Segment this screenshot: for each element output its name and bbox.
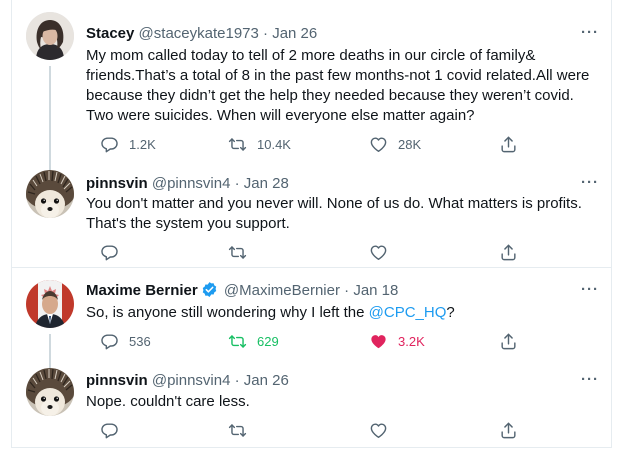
tweet-text: Nope. couldn't care less. <box>86 392 601 412</box>
tweet-header: Maxime Bernier @MaximeBernier · Jan 18 <box>86 281 398 301</box>
tweet-stacey[interactable]: Stacey @staceykate1973 · Jan 26 ··· My m… <box>12 0 611 170</box>
profile-photo-icon <box>26 12 74 60</box>
like-icon <box>369 243 388 262</box>
tweet-pinnsvin-reply[interactable]: pinnsvin @pinnsvin4 · Jan 28 ··· You don… <box>12 170 611 265</box>
more-options-icon[interactable]: ··· <box>581 24 599 41</box>
separator-dot: · <box>344 282 350 299</box>
share-button[interactable] <box>499 134 528 154</box>
timestamp[interactable]: Jan 28 <box>244 175 289 192</box>
tweet-text: My mom called today to tell of 2 more de… <box>86 46 601 126</box>
verified-badge-icon <box>202 282 216 297</box>
reply-count: 1.2K <box>129 136 156 152</box>
tweet-header: pinnsvin @pinnsvin4 · Jan 28 <box>86 174 289 194</box>
tweet-text-segment: ? <box>446 304 455 321</box>
display-name[interactable]: pinnsvin <box>86 175 148 192</box>
tweet-text: So, is anyone still wondering why I left… <box>86 303 601 323</box>
avatar[interactable] <box>26 170 74 218</box>
profile-photo-icon <box>26 280 74 328</box>
tweet-text-line: That's the system you support. <box>86 215 290 232</box>
retweet-button[interactable] <box>228 242 257 262</box>
like-icon <box>369 421 388 440</box>
avatar[interactable] <box>26 12 74 60</box>
retweet-icon <box>228 421 247 440</box>
tweet-pinnsvin-reply-2[interactable]: pinnsvin @pinnsvin4 · Jan 26 ··· Nope. c… <box>12 368 611 448</box>
reply-icon <box>100 332 119 351</box>
retweet-count: 10.4K <box>257 136 291 152</box>
share-button[interactable] <box>499 242 528 262</box>
tweet-actions: 1.2K 10.4K 28K <box>86 134 526 154</box>
tweet-text-line: You don't matter and you never will. Non… <box>86 195 582 212</box>
share-button[interactable] <box>499 331 528 351</box>
tweet-header: pinnsvin @pinnsvin4 · Jan 26 <box>86 371 289 391</box>
tweet-text-line: Two were suicides. When will everyone el… <box>86 107 475 124</box>
conversation-feed: Stacey @staceykate1973 · Jan 26 ··· My m… <box>11 0 612 448</box>
retweet-button[interactable]: 10.4K <box>228 134 291 154</box>
like-button[interactable] <box>369 242 398 262</box>
timestamp[interactable]: Jan 18 <box>353 282 398 299</box>
like-button[interactable]: 3.2K <box>369 331 425 351</box>
handle[interactable]: @MaximeBernier <box>224 282 340 299</box>
tweet-header: Stacey @staceykate1973 · Jan 26 <box>86 24 317 44</box>
thread-connector <box>49 334 51 368</box>
like-count: 28K <box>398 136 422 152</box>
more-options-icon[interactable]: ··· <box>581 174 599 191</box>
hedgehog-avatar-icon <box>26 368 74 416</box>
share-icon <box>499 421 518 440</box>
retweet-icon <box>228 243 247 262</box>
share-icon <box>499 332 518 351</box>
share-icon <box>499 135 518 154</box>
retweet-button[interactable]: 629 <box>228 331 279 351</box>
like-count: 3.2K <box>398 333 425 349</box>
tweet-text-line: because they didn’t get the help they ne… <box>86 87 574 104</box>
display-name[interactable]: Stacey <box>86 25 134 42</box>
tweet-text-line: friends.That’s a total of 8 in the past … <box>86 67 590 84</box>
like-icon <box>369 135 388 154</box>
more-options-icon[interactable]: ··· <box>581 281 599 298</box>
like-button[interactable]: 28K <box>369 134 421 154</box>
display-name[interactable]: pinnsvin <box>86 372 148 389</box>
separator-dot: · <box>263 25 269 42</box>
tweet-actions <box>86 420 526 440</box>
timestamp[interactable]: Jan 26 <box>272 25 317 42</box>
handle[interactable]: @pinnsvin4 <box>152 372 231 389</box>
separator-dot: · <box>234 372 240 389</box>
avatar[interactable] <box>26 280 74 328</box>
tweet-text-line: Nope. couldn't care less. <box>86 393 250 410</box>
tweet-text: You don't matter and you never will. Non… <box>86 194 601 234</box>
tweet-text-segment: So, is anyone still wondering why I left… <box>86 304 369 321</box>
reply-button[interactable] <box>100 242 129 262</box>
reply-button[interactable] <box>100 420 129 440</box>
tweet-text-line: My mom called today to tell of 2 more de… <box>86 47 536 64</box>
avatar[interactable] <box>26 368 74 416</box>
thread-connector <box>49 66 51 170</box>
share-icon <box>499 243 518 262</box>
retweet-icon <box>228 332 247 351</box>
display-name[interactable]: Maxime Bernier <box>86 282 198 299</box>
timestamp[interactable]: Jan 26 <box>244 372 289 389</box>
like-button[interactable] <box>369 420 398 440</box>
reply-icon <box>100 135 119 154</box>
hedgehog-avatar-icon <box>26 170 74 218</box>
reply-button[interactable]: 536 <box>100 331 151 351</box>
handle[interactable]: @pinnsvin4 <box>152 175 231 192</box>
reply-button[interactable]: 1.2K <box>100 134 156 154</box>
retweet-icon <box>228 135 247 154</box>
tweet-actions <box>86 242 526 262</box>
tweet-actions: 536 629 3.2K <box>86 331 526 351</box>
share-button[interactable] <box>499 420 528 440</box>
retweet-count: 629 <box>257 333 279 349</box>
separator-dot: · <box>234 175 240 192</box>
tweet-maxime-bernier[interactable]: Maxime Bernier @MaximeBernier · Jan 18 ·… <box>12 268 611 368</box>
like-icon <box>369 332 388 351</box>
retweet-button[interactable] <box>228 420 257 440</box>
reply-count: 536 <box>129 333 151 349</box>
handle[interactable]: @staceykate1973 <box>139 25 259 42</box>
more-options-icon[interactable]: ··· <box>581 371 599 388</box>
reply-icon <box>100 421 119 440</box>
mention-link[interactable]: @CPC_HQ <box>369 304 447 321</box>
reply-icon <box>100 243 119 262</box>
